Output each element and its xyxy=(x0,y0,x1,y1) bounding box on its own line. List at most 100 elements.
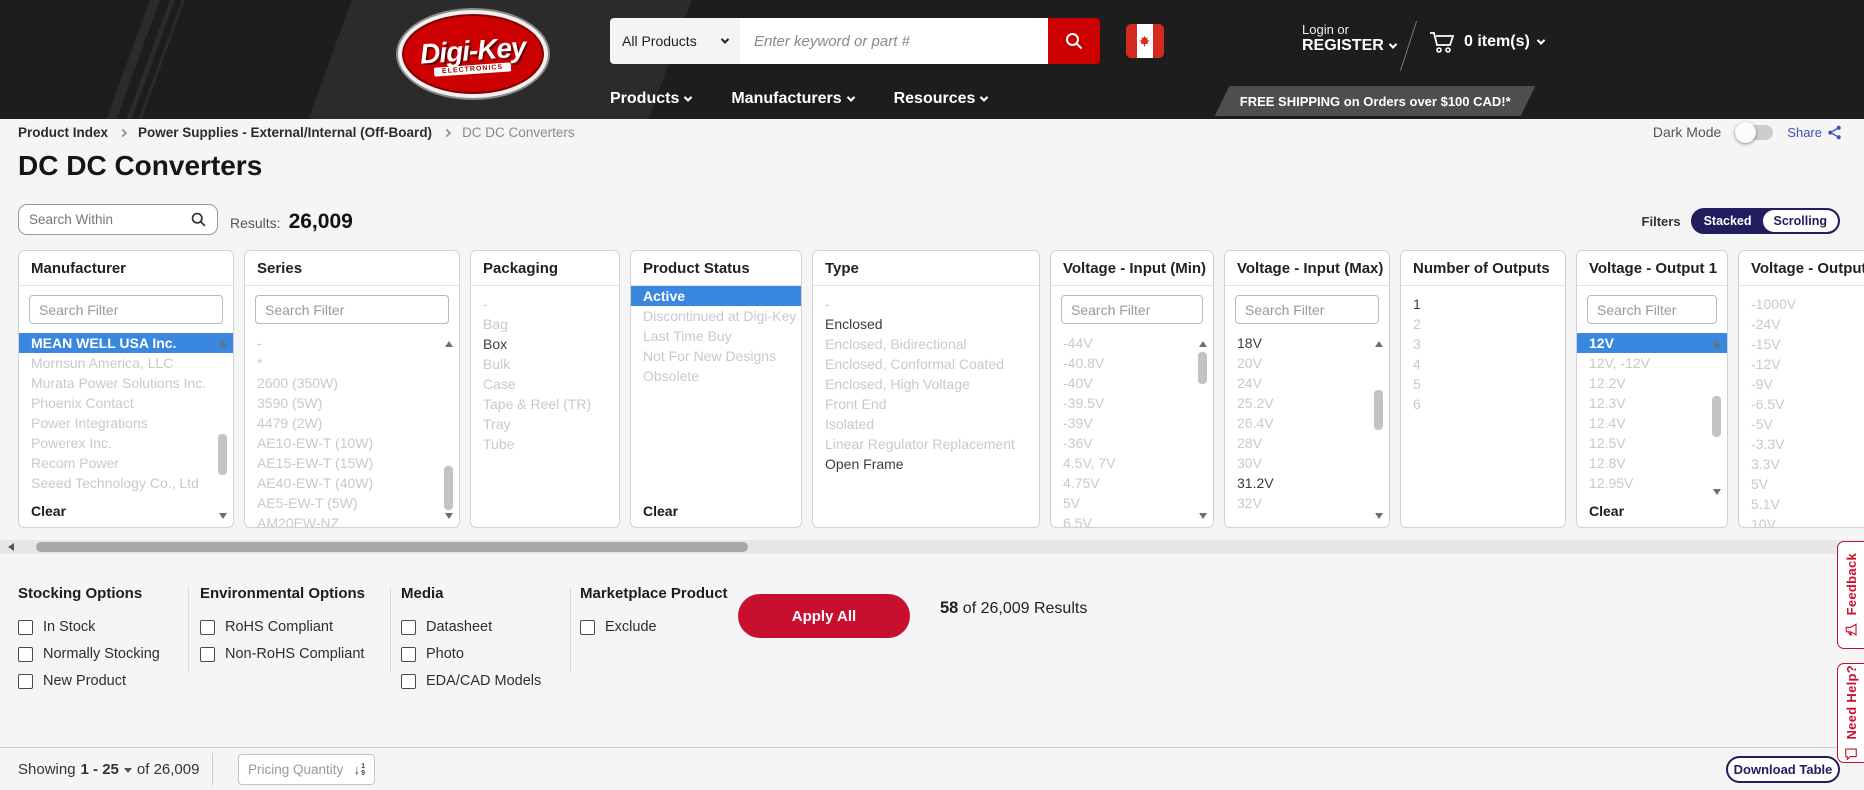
filter-option[interactable]: -5V xyxy=(1739,414,1864,434)
nav-resources[interactable]: Resources xyxy=(894,90,988,108)
filter-option[interactable]: 31.2V xyxy=(1225,473,1389,493)
search-button[interactable] xyxy=(1048,18,1100,64)
filter-option[interactable]: Mornsun America, LLC xyxy=(19,353,233,373)
filter-option[interactable]: - xyxy=(245,333,459,353)
filter-option[interactable]: -36V xyxy=(1051,433,1213,453)
filter-option[interactable]: - xyxy=(471,294,619,314)
checkbox-option[interactable]: EDA/CAD Models xyxy=(401,673,541,689)
checkbox-option[interactable]: Normally Stocking xyxy=(18,646,160,662)
filter-option[interactable]: -6.5V xyxy=(1739,394,1864,414)
showing-control[interactable]: Showing 1 - 25 of 26,009 xyxy=(18,761,199,778)
filter-option[interactable]: 10V xyxy=(1739,514,1864,527)
filter-option[interactable]: 1 xyxy=(1401,294,1565,314)
scrollbar-thumb[interactable] xyxy=(444,466,453,510)
dark-mode-toggle[interactable] xyxy=(1735,125,1773,140)
filter-option[interactable]: AM20EW-NZ xyxy=(245,513,459,527)
filter-search-input[interactable] xyxy=(255,295,449,324)
filter-option[interactable]: 30V xyxy=(1225,453,1389,473)
scrollbar-thumb[interactable] xyxy=(218,434,227,476)
checkbox[interactable] xyxy=(401,674,416,689)
filter-option[interactable]: 3.3V xyxy=(1739,454,1864,474)
digikey-logo[interactable]: Digi-Key ELECTRONICS xyxy=(398,10,548,102)
pricing-quantity-select[interactable]: Pricing Quantity ↓19 xyxy=(238,754,375,785)
filter-option[interactable]: Enclosed xyxy=(813,314,1039,334)
scrollbar[interactable] xyxy=(1197,339,1209,521)
scrolling-option[interactable]: Scrolling xyxy=(1763,210,1838,232)
filter-option[interactable]: 18V xyxy=(1225,333,1389,353)
filter-option[interactable]: 2 xyxy=(1401,314,1565,334)
filter-option[interactable]: -40.8V xyxy=(1051,353,1213,373)
filter-option[interactable]: 12.8V xyxy=(1577,453,1727,473)
nav-manufacturers[interactable]: Manufacturers xyxy=(731,90,853,108)
filter-option[interactable]: 2600 (350W) xyxy=(245,373,459,393)
filter-option[interactable]: 28V xyxy=(1225,433,1389,453)
checkbox[interactable] xyxy=(18,674,33,689)
filter-option[interactable]: 3 xyxy=(1401,334,1565,354)
scroll-up-arrow[interactable] xyxy=(1713,341,1721,347)
filter-option[interactable]: 4.75V xyxy=(1051,473,1213,493)
filter-option[interactable]: Power Integrations xyxy=(19,413,233,433)
canada-flag-icon[interactable] xyxy=(1126,24,1164,58)
filter-option[interactable]: Enclosed, Bidirectional xyxy=(813,334,1039,354)
scrollbar-thumb[interactable] xyxy=(36,542,748,552)
filter-option[interactable]: -12V xyxy=(1739,354,1864,374)
download-table-button[interactable]: Download Table xyxy=(1726,756,1840,783)
filter-option[interactable]: Linear Regulator Replacement xyxy=(813,434,1039,454)
filter-option[interactable]: -40V xyxy=(1051,373,1213,393)
filter-option[interactable]: 6.5V xyxy=(1051,513,1213,527)
scroll-down-arrow[interactable] xyxy=(1375,513,1383,519)
scrollbar-thumb[interactable] xyxy=(1374,390,1383,430)
filters-view-toggle[interactable]: Stacked Scrolling xyxy=(1691,208,1840,234)
search-within-input[interactable] xyxy=(29,212,179,227)
cart-button[interactable]: 0 item(s) xyxy=(1428,30,1544,54)
checkbox-option[interactable]: Non-RoHS Compliant xyxy=(200,646,365,662)
filter-option[interactable]: Bulk xyxy=(471,354,619,374)
filter-option[interactable]: Bag xyxy=(471,314,619,334)
apply-all-button[interactable]: Apply All xyxy=(738,594,910,638)
search-category-select[interactable]: All Products xyxy=(610,18,740,64)
filter-option[interactable]: 25.2V xyxy=(1225,393,1389,413)
filter-option[interactable]: 5 xyxy=(1401,374,1565,394)
filter-option[interactable]: Last Time Buy xyxy=(631,326,801,346)
checkbox[interactable] xyxy=(200,647,215,662)
filter-option[interactable]: -44V xyxy=(1051,333,1213,353)
breadcrumb-power-supplies[interactable]: Power Supplies - External/Internal (Off-… xyxy=(138,125,432,140)
filter-option[interactable]: AE10-EW-T (10W) xyxy=(245,433,459,453)
filter-option[interactable]: Murata Power Solutions Inc. xyxy=(19,373,233,393)
filter-option[interactable]: Recom Power xyxy=(19,453,233,473)
filter-option[interactable]: Seeed Technology Co., Ltd xyxy=(19,473,233,493)
filter-option[interactable]: AE5-EW-T (5W) xyxy=(245,493,459,513)
scroll-up-arrow[interactable] xyxy=(1375,341,1383,347)
filter-option[interactable]: Tube xyxy=(471,434,619,454)
checkbox-option[interactable]: Exclude xyxy=(580,619,728,635)
scroll-up-arrow[interactable] xyxy=(219,341,227,347)
clear-link[interactable]: Clear xyxy=(631,498,801,527)
filter-option[interactable]: Discontinued at Digi-Key xyxy=(631,306,801,326)
filter-option[interactable]: 12V xyxy=(1577,333,1727,353)
filter-option[interactable]: Tape & Reel (TR) xyxy=(471,394,619,414)
nav-products[interactable]: Products xyxy=(610,90,691,108)
horizontal-scrollbar[interactable] xyxy=(0,540,1864,554)
filter-option[interactable]: Case xyxy=(471,374,619,394)
filter-option[interactable]: 12.2V xyxy=(1577,373,1727,393)
filter-option[interactable]: * xyxy=(245,353,459,373)
filter-option[interactable]: -3.3V xyxy=(1739,434,1864,454)
scrollbar[interactable] xyxy=(443,339,455,521)
filter-option[interactable]: Enclosed, High Voltage xyxy=(813,374,1039,394)
checkbox[interactable] xyxy=(401,647,416,662)
filter-option[interactable]: Phoenix Contact xyxy=(19,393,233,413)
scrollbar-thumb[interactable] xyxy=(1712,396,1721,437)
filter-option[interactable]: -39.5V xyxy=(1051,393,1213,413)
checkbox-option[interactable]: RoHS Compliant xyxy=(200,619,365,635)
scroll-up-arrow[interactable] xyxy=(1199,341,1207,347)
scrollbar-thumb[interactable] xyxy=(1198,352,1207,385)
need-help-tab[interactable]: Need Help? xyxy=(1837,663,1864,763)
filter-option[interactable]: 4479 (2W) xyxy=(245,413,459,433)
filter-option[interactable]: Powerex Inc. xyxy=(19,433,233,453)
checkbox-option[interactable]: Datasheet xyxy=(401,619,541,635)
checkbox[interactable] xyxy=(18,647,33,662)
scroll-up-arrow[interactable] xyxy=(445,341,453,347)
keyword-search-input[interactable] xyxy=(740,18,1048,64)
filter-option[interactable]: Front End xyxy=(813,394,1039,414)
filter-option[interactable]: Not For New Designs xyxy=(631,346,801,366)
